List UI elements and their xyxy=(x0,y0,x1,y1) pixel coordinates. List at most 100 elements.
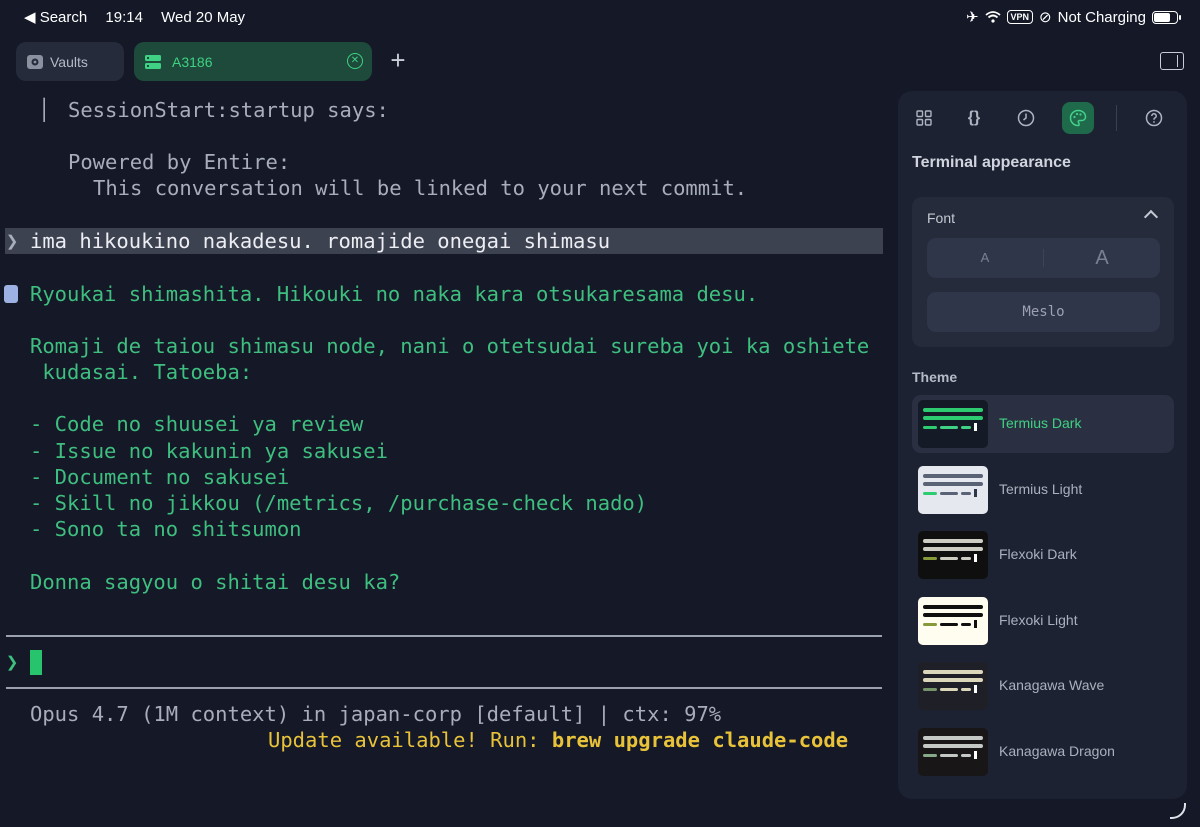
theme-preview-line xyxy=(923,622,937,626)
hook-title: SessionStart:startup says: xyxy=(68,98,389,122)
theme-preview-line xyxy=(961,622,971,626)
resize-corner-icon xyxy=(1170,803,1186,819)
input-prompt-glyph: ❯ xyxy=(6,650,19,674)
orientation-lock-icon: ⊘ xyxy=(1039,9,1052,26)
appearance-panel: {} Terminal appearance Font A A Meslo Th… xyxy=(898,91,1187,799)
tab-host-a3186[interactable]: A3186 ✕ xyxy=(134,42,372,81)
reply-line: kudasai. Tatoeba: xyxy=(30,360,253,384)
theme-preview-line xyxy=(923,426,937,429)
theme-preview-line xyxy=(923,539,983,543)
toolbar-divider xyxy=(1116,105,1117,131)
theme-option[interactable]: Termius Light xyxy=(912,461,1174,519)
snippets-grid-icon[interactable] xyxy=(908,102,940,134)
theme-preview-line xyxy=(923,670,983,674)
theme-preview-thumbnail xyxy=(918,400,988,448)
reply-list-item: - Sono ta no shitsumon xyxy=(30,517,302,541)
back-to-search-link[interactable]: ◀ Search xyxy=(24,9,87,26)
status-bar-left: ◀ Search 19:14 Wed 20 May xyxy=(24,8,259,26)
theme-preview-line xyxy=(923,473,983,478)
theme-name: Termius Light xyxy=(999,480,1083,497)
theme-preview-line xyxy=(923,688,937,691)
status-date: Wed 20 May xyxy=(161,9,246,26)
appearance-palette-icon[interactable] xyxy=(1062,102,1094,134)
theme-preview-line xyxy=(923,753,937,757)
font-size-control: A A xyxy=(927,238,1160,278)
theme-preview-line xyxy=(940,688,958,691)
reply-list-item: - Skill no jikkou (/metrics, /purchase-c… xyxy=(30,491,648,515)
theme-option[interactable]: Kanagawa Wave xyxy=(912,657,1174,715)
history-clock-icon[interactable] xyxy=(1010,102,1042,134)
theme-preview-line xyxy=(940,557,958,560)
theme-preview-thumbnail xyxy=(918,727,988,776)
theme-preview-line xyxy=(974,685,977,693)
theme-preview-line xyxy=(923,612,983,617)
theme-preview-line xyxy=(923,735,983,740)
theme-preview-thumbnail xyxy=(918,465,988,514)
theme-option[interactable]: Flexoki Dark xyxy=(912,526,1174,584)
tab-vaults[interactable]: Vaults xyxy=(16,42,124,81)
status-time: 19:14 xyxy=(105,9,143,26)
theme-preview-line xyxy=(961,753,971,757)
update-notice-text: Update available! Run: xyxy=(268,728,552,752)
theme-preview-line xyxy=(961,557,971,560)
new-tab-button[interactable]: + xyxy=(386,47,410,74)
theme-name: Flexoki Dark xyxy=(999,546,1077,562)
reply-list-item: - Code no shuusei ya review xyxy=(30,412,364,436)
battery-fill xyxy=(1154,12,1170,22)
theme-preview-thumbnail xyxy=(918,596,988,645)
sidebar-toggle-icon[interactable] xyxy=(1160,52,1184,70)
theme-preview-line xyxy=(974,423,977,431)
reply-line: Romaji de taiou shimasu node, nani o ote… xyxy=(30,334,870,358)
theme-preview-line xyxy=(923,678,983,682)
variables-braces-icon[interactable]: {} xyxy=(958,102,990,134)
panel-title: Terminal appearance xyxy=(912,154,1071,171)
input-cursor[interactable] xyxy=(30,650,42,675)
reply-line: Ryoukai shimashita. Hikouki no naka kara… xyxy=(30,282,759,306)
close-tab-icon[interactable]: ✕ xyxy=(347,53,363,69)
theme-preview-line xyxy=(940,491,958,495)
chevron-up-icon[interactable] xyxy=(1143,209,1159,225)
theme-section-label: Theme xyxy=(912,369,958,385)
battery-icon xyxy=(1152,10,1181,24)
hook-line-2: This conversation will be linked to your… xyxy=(93,176,748,200)
font-section-label: Font xyxy=(927,210,956,226)
vault-icon xyxy=(27,54,43,69)
help-icon[interactable] xyxy=(1138,102,1170,134)
charging-status: Not Charging xyxy=(1057,8,1146,26)
tab-vaults-label: Vaults xyxy=(50,53,88,70)
hook-line-1: Powered by Entire: xyxy=(68,150,291,174)
font-settings-card: Font A A Meslo xyxy=(912,197,1174,347)
airplane-icon: ✈ xyxy=(965,9,979,26)
theme-preview-line xyxy=(961,491,971,495)
theme-preview-line xyxy=(923,408,983,412)
theme-preview-line xyxy=(940,622,958,626)
theme-name: Kanagawa Dragon xyxy=(999,742,1115,759)
theme-name: Kanagawa Wave xyxy=(999,677,1105,693)
reply-list-item: - Issue no kakunin ya sakusei xyxy=(30,439,388,463)
theme-option[interactable]: Termius Dark xyxy=(912,395,1174,453)
increase-font-size-button[interactable]: A xyxy=(1044,238,1160,278)
reply-line: Donna sagyou o shitai desu ka? xyxy=(30,570,401,594)
model-status-line: Opus 4.7 (1M context) in japan-corp [def… xyxy=(30,702,722,726)
status-bar-right: ✈ VPN ⊘ Not Charging xyxy=(965,8,1181,26)
decrease-font-size-button[interactable]: A xyxy=(927,238,1043,278)
theme-preview-line xyxy=(940,753,958,757)
theme-preview-line xyxy=(974,750,977,759)
wifi-icon xyxy=(984,11,1001,23)
theme-option[interactable]: Flexoki Light xyxy=(912,592,1174,650)
user-prompt-glyph: ❯ xyxy=(6,229,19,253)
assistant-bullet-icon xyxy=(4,284,18,308)
theme-preview-line xyxy=(974,488,977,497)
theme-preview-thumbnail xyxy=(918,662,988,710)
user-message: ima hikoukino nakadesu. romajide onegai … xyxy=(30,229,611,253)
terminal-output[interactable]: │ SessionStart:startup says: Powered by … xyxy=(0,90,890,810)
theme-preview-line xyxy=(923,491,937,495)
theme-preview-line xyxy=(974,619,977,628)
font-family-select[interactable]: Meslo xyxy=(927,292,1160,332)
vpn-badge: VPN xyxy=(1006,10,1034,24)
theme-option[interactable]: Kanagawa Dragon xyxy=(912,723,1174,781)
update-notice: Update available! Run: brew upgrade clau… xyxy=(268,728,848,752)
theme-name: Termius Dark xyxy=(999,415,1082,431)
tab-host-label: A3186 xyxy=(172,53,213,70)
theme-preview-line xyxy=(923,557,937,560)
